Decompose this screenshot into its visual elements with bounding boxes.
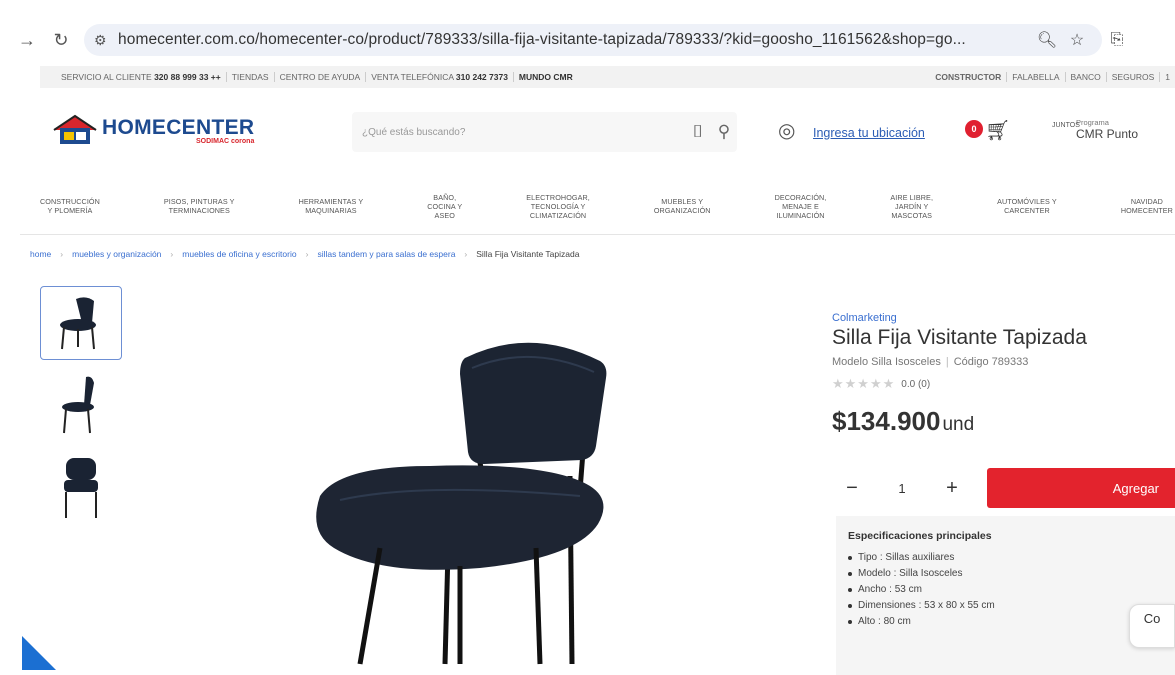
location-pin-icon[interactable]: ◎ [778, 118, 795, 143]
category-item[interactable]: DECORACIÓN, MENAJE E ILUMINACIÓN [775, 193, 827, 220]
search-placeholder: ¿Qué estás buscando? [362, 126, 466, 138]
service-link[interactable]: CENTRO DE AYUDA [275, 72, 367, 82]
thumbnail-list [40, 286, 124, 532]
product-model-code: Modelo Silla Isosceles | Código 789333 [832, 356, 1029, 368]
corner-badge[interactable] [22, 636, 56, 670]
product-code: Código 789333 [953, 356, 1029, 368]
search-icon[interactable]: ⚲ [711, 122, 737, 142]
homecenter-logo[interactable]: HOMECENTER SODIMAC corona [52, 114, 254, 146]
group-brand-link[interactable]: BANCO [1066, 72, 1107, 82]
category-item[interactable]: HERRAMIENTAS Y MAQUINARIAS [299, 197, 364, 215]
category-item[interactable]: NAVIDAD HOMECENTER [1121, 197, 1173, 215]
location-link[interactable]: Ingresa tu ubicación [813, 126, 925, 140]
group-brand-link[interactable]: SEGUROS [1107, 72, 1161, 82]
camera-search-icon[interactable]: ⌷ [685, 122, 711, 142]
cmr-puntos-link[interactable]: Programa CMR Punto [1076, 118, 1138, 141]
breadcrumb-item: Silla Fija Visitante Tapizada [476, 249, 580, 259]
breadcrumb-separator-icon: › [170, 249, 174, 259]
category-item[interactable]: MUEBLES Y ORGANIZACIÓN [654, 197, 711, 215]
product-title: Silla Fija Visitante Tapizada [832, 326, 1087, 349]
category-item[interactable]: AIRE LIBRE, JARDÍN Y MASCOTAS [890, 193, 933, 220]
juntos-logo: JUNTOS [1052, 122, 1080, 129]
forward-icon[interactable]: → [14, 27, 40, 53]
breadcrumb-item[interactable]: sillas tandem y para salas de espera [317, 249, 455, 259]
thumbnail-front[interactable] [40, 286, 122, 360]
product-price: $134.900 und [832, 406, 974, 437]
category-item[interactable]: PISOS, PINTURAS Y TERMINACIONES [164, 197, 235, 215]
price-amount: $134.900 [832, 406, 941, 436]
rating-text: 0.0 (0) [901, 378, 931, 390]
category-item[interactable]: ELECTROHOGAR, TECNOLOGÍA Y CLIMATIZACIÓN [526, 193, 590, 220]
spec-item: Modelo : Silla Isosceles [848, 568, 1175, 579]
spec-item: Dimensiones : 53 x 80 x 55 cm [848, 600, 1175, 611]
service-link[interactable]: SERVICIO AL CLIENTE 320 88 999 33 ++ [56, 72, 227, 82]
url-text[interactable]: homecenter.com.co/homecenter-co/product/… [118, 31, 1032, 49]
breadcrumb: home › muebles y organización › muebles de o… [30, 249, 579, 259]
cart-count-badge: 0 [965, 120, 983, 138]
service-bar: SERVICIO AL CLIENTE 320 88 999 33 ++ TIEN… [40, 66, 1175, 88]
cart-icon[interactable]: 🛒︎ [985, 118, 1010, 143]
breadcrumb-item[interactable]: muebles y organización [72, 249, 161, 259]
thumbnail-side[interactable] [40, 368, 122, 442]
category-item[interactable]: BAÑO, COCINA Y ASEO [427, 193, 462, 220]
service-link[interactable]: MUNDO CMR [514, 72, 578, 82]
breadcrumb-separator-icon: › [60, 249, 64, 259]
header-divider [20, 234, 1175, 235]
category-item[interactable]: CONSTRUCCIÓN Y PLOMERÍA [40, 197, 100, 215]
group-brand-link[interactable]: FALABELLA [1007, 72, 1066, 82]
spec-item: Alto : 80 cm [848, 616, 1175, 627]
site-settings-icon[interactable]: ⚙ [94, 32, 118, 49]
bookmark-star-icon[interactable]: ☆ [1062, 30, 1092, 50]
reload-icon[interactable]: ↻ [48, 27, 74, 53]
group-brand-link[interactable]: CONSTRUCTOR [930, 72, 1008, 82]
add-to-cart-button[interactable]: Agregar [987, 468, 1175, 508]
logo-wordmark: HOMECENTER [102, 115, 255, 139]
house-logo-icon [52, 114, 98, 146]
category-nav: CONSTRUCCIÓN Y PLOMERÍA PISOS, PINTURAS YT… [40, 188, 1175, 224]
spec-item: Tipo : Sillas auxiliares [848, 552, 1175, 563]
price-unit: und [942, 414, 975, 435]
thumbnail-back[interactable] [40, 450, 122, 524]
search-input[interactable]: ¿Qué estás buscando? ⌷ ⚲ [352, 112, 737, 152]
main-specifications: Especificaciones principales Tipo : Sill… [836, 516, 1175, 675]
extensions-icon[interactable]: ⎘ [1102, 31, 1132, 49]
browser-toolbar: → ↻ ⚙ homecenter.com.co/homecenter-co/pr… [14, 22, 1175, 58]
service-link[interactable]: TIENDAS [227, 72, 275, 82]
quantity-stepper: − 1 + [832, 468, 980, 508]
product-rating[interactable]: ★★★★★ 0.0 (0) [832, 376, 930, 392]
quantity-value[interactable]: 1 [872, 481, 932, 496]
product-brand-link[interactable]: Colmarketing [832, 312, 897, 324]
breadcrumb-separator-icon: › [464, 249, 468, 259]
address-bar[interactable]: ⚙ homecenter.com.co/homecenter-co/produc… [84, 24, 1102, 56]
breadcrumb-item[interactable]: muebles de oficina y escritorio [182, 249, 296, 259]
increase-quantity-button[interactable]: + [932, 477, 972, 500]
main-product-image[interactable] [300, 286, 630, 666]
chat-widget[interactable]: Co [1129, 604, 1175, 648]
specs-heading: Especificaciones principales [848, 530, 992, 542]
group-brand-link[interactable]: 1 [1160, 72, 1175, 82]
zoom-icon[interactable]: 🔍︎ [1032, 30, 1062, 50]
breadcrumb-item[interactable]: home [30, 249, 51, 259]
decrease-quantity-button[interactable]: − [832, 477, 872, 500]
service-link[interactable]: VENTA TELEFÓNICA 310 242 7373 [366, 72, 514, 82]
logo-subbrand: SODIMAC corona [196, 137, 255, 145]
rating-stars-icon: ★★★★★ [832, 376, 896, 391]
spec-item: Ancho : 53 cm [848, 584, 1175, 595]
site-header: HOMECENTER SODIMAC corona ¿Qué estás bus… [40, 100, 1175, 170]
product-model: Modelo Silla Isosceles [832, 356, 941, 368]
breadcrumb-separator-icon: › [305, 249, 309, 259]
category-item[interactable]: AUTOMÓVILES Y CARCENTER [997, 197, 1057, 215]
